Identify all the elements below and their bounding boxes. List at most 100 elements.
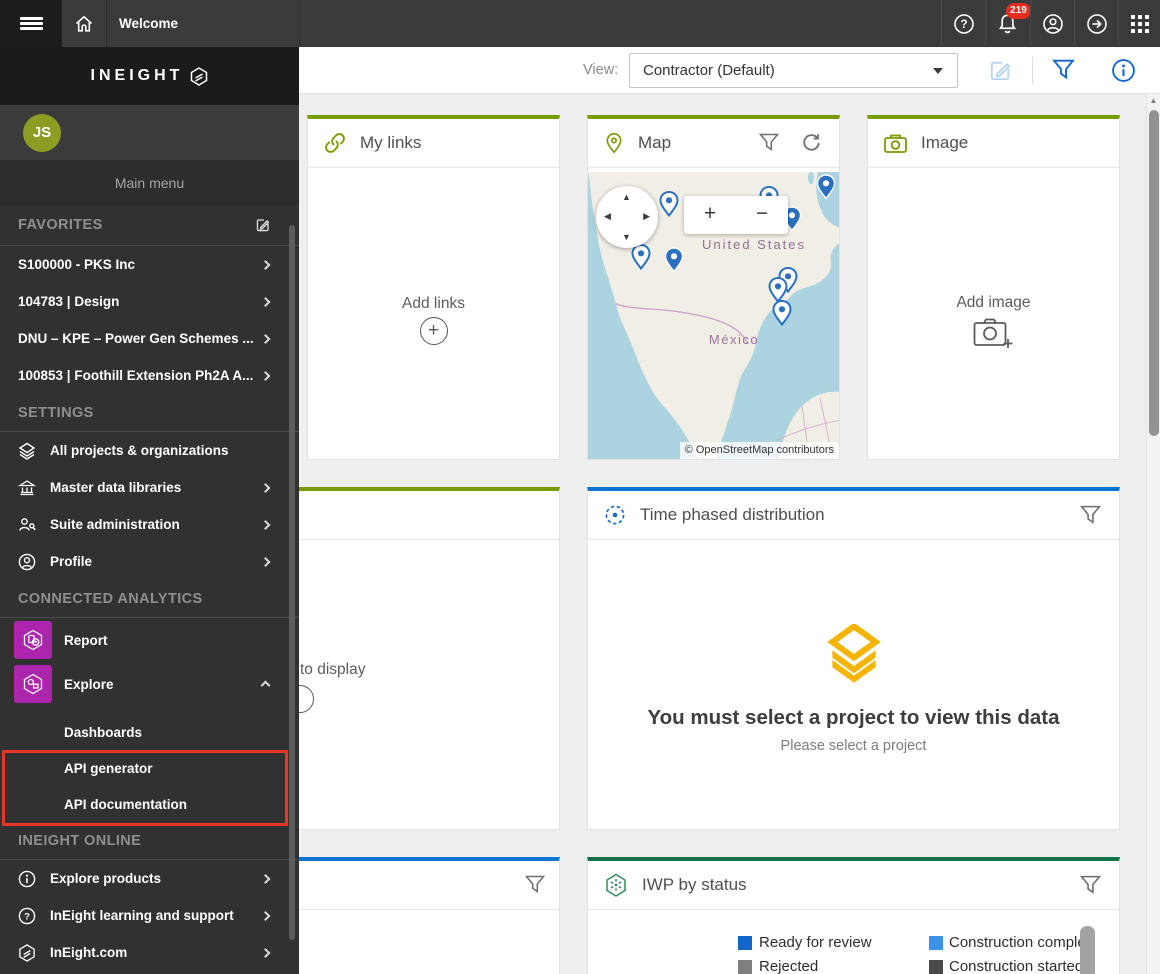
item-label: Profile (50, 554, 93, 569)
iwp-scrollbar-thumb[interactable] (1080, 926, 1095, 974)
map-pin[interactable] (659, 191, 679, 217)
sidebar-item-api-generator[interactable]: API generator (0, 750, 299, 786)
item-label: Explore (64, 676, 114, 692)
pan-down-icon[interactable]: ▼ (622, 232, 631, 242)
help-button[interactable]: ? (941, 0, 985, 47)
tile-title: IWP by status (642, 875, 747, 894)
notifications-button[interactable]: 219 (985, 0, 1031, 47)
add-image-button[interactable] (868, 317, 1119, 356)
ineight-logo: INEIGHT (0, 47, 299, 105)
sidebar-item-favorite-2[interactable]: 104783 | Design (0, 283, 299, 320)
sidebar-item-favorite-4[interactable]: 100853 | Foothill Extension Ph2A A... (0, 357, 299, 394)
sidebar-item-dashboards[interactable]: Dashboards (0, 714, 299, 750)
connected-analytics-header-label: CONNECTED ANALYTICS (18, 590, 203, 607)
scrollbar-thumb[interactable] (1149, 110, 1159, 436)
pan-up-icon[interactable]: ▲ (622, 192, 631, 202)
tile-title: Image (921, 133, 969, 152)
toolbar-divider (1032, 57, 1033, 84)
sidebar-item-favorite-1[interactable]: S100000 - PKS Inc (0, 246, 299, 283)
sidebar-scrollbar-thumb[interactable] (289, 225, 295, 940)
info-circle-icon (18, 870, 36, 888)
map-canvas[interactable]: United States México ▲ ▼ ◀ ▶ + − © OpenS… (588, 172, 839, 459)
time-phased-filter-icon[interactable] (1080, 505, 1101, 524)
hamburger-menu-button[interactable] (0, 0, 62, 47)
sidebar-item-suite-admin[interactable]: Suite administration (0, 506, 299, 543)
chevron-right-icon (260, 947, 271, 958)
page-scrollbar[interactable]: ▲ (1146, 94, 1160, 974)
avatar[interactable]: JS (23, 113, 61, 152)
map-pin[interactable] (772, 300, 792, 326)
map-zoom-control: + − (684, 196, 788, 234)
hidden-tile-filter-icon[interactable] (525, 875, 545, 893)
tile-title: Time phased distribution (640, 505, 825, 524)
zoom-out-button[interactable]: − (736, 196, 788, 234)
chevron-right-icon (260, 296, 271, 307)
sidebar-item-favorite-3[interactable]: DNU – KPE – Power Gen Schemes ... (0, 320, 299, 357)
chevron-right-icon (260, 556, 271, 567)
map-attribution: © OpenStreetMap contributors (679, 442, 839, 459)
apps-grid-button[interactable] (1118, 0, 1160, 47)
sidebar-item-all-projects[interactable]: All projects & organizations (0, 432, 299, 469)
tab-welcome[interactable]: Welcome (107, 0, 300, 47)
map-label-us: United States (702, 237, 806, 252)
pan-left-icon[interactable]: ◀ (604, 211, 611, 222)
add-image-label: Add image (956, 294, 1031, 311)
tile-title: My links (360, 133, 422, 152)
logout-button[interactable] (1074, 0, 1118, 47)
map-refresh-icon[interactable] (801, 133, 821, 153)
iwp-legend: Ready for review Rejected Construction c… (588, 915, 1080, 974)
iwp-filter-icon[interactable] (1080, 875, 1101, 894)
view-select[interactable]: Contractor (Default) (629, 53, 958, 88)
item-label: Explore products (50, 871, 162, 886)
sidebar-item-report[interactable]: Report (0, 618, 299, 662)
logout-icon (1086, 13, 1107, 34)
sidebar-item-api-documentation[interactable]: API documentation (0, 786, 299, 822)
map-pin[interactable] (816, 174, 836, 200)
help-circle-icon: ? (18, 907, 36, 925)
item-label: Report (64, 632, 108, 648)
scrollbar-up-icon[interactable]: ▲ (1147, 96, 1160, 105)
tile-title: Map (638, 133, 672, 152)
edit-favorites-icon[interactable] (255, 217, 271, 233)
admin-users-icon (18, 516, 36, 534)
zoom-in-button[interactable]: + (684, 196, 736, 234)
map-filter-icon[interactable] (759, 133, 779, 151)
favorite-label: 104783 | Design (18, 294, 120, 309)
view-label: View: (583, 62, 619, 78)
home-button[interactable] (62, 0, 107, 47)
item-label: Dashboards (64, 724, 143, 740)
project-layers-icon (823, 624, 885, 684)
chevron-right-icon (260, 519, 271, 530)
pan-right-icon[interactable]: ▶ (643, 211, 650, 222)
sidebar-item-ineight-com[interactable]: InEight.com (0, 934, 299, 971)
map-pan-control[interactable]: ▲ ▼ ◀ ▶ (596, 186, 658, 248)
favorites-header: FAVORITES (0, 205, 299, 246)
home-icon (75, 15, 93, 32)
map-pin-icon (604, 132, 624, 154)
item-label: InEight.com (50, 945, 128, 960)
account-button[interactable] (1030, 0, 1074, 47)
account-icon (1042, 13, 1063, 34)
add-links-button[interactable]: + (419, 317, 448, 345)
svg-text:?: ? (960, 19, 967, 31)
sidebar-item-explore[interactable]: Explore (0, 662, 299, 706)
favorites-header-label: FAVORITES (18, 217, 103, 233)
main-menu-sidebar: INEIGHT JS Main menu FAVORITES S100000 -… (0, 47, 299, 974)
map-pin[interactable] (631, 244, 651, 270)
map-pin[interactable] (664, 247, 684, 273)
chevron-right-icon (260, 482, 271, 493)
main-menu-label: Main menu (0, 160, 299, 205)
sidebar-item-master-data[interactable]: Master data libraries (0, 469, 299, 506)
iwp-tile: IWP by status Ready for review Rejected … (587, 857, 1120, 974)
time-phased-tile: Time phased distribution You must select… (587, 487, 1120, 830)
sidebar-item-explore-products[interactable]: Explore products (0, 860, 299, 897)
chevron-down-icon (933, 68, 943, 74)
sidebar-item-profile[interactable]: Profile (0, 543, 299, 580)
filter-icon[interactable] (1052, 59, 1075, 79)
chevron-up-icon (260, 680, 271, 691)
info-icon[interactable] (1111, 58, 1136, 83)
user-panel[interactable]: JS (0, 105, 299, 160)
sidebar-item-learning-support[interactable]: ? InEight learning and support (0, 897, 299, 934)
empty-state-subtitle: Please select a project (780, 738, 927, 754)
hamburger-icon (19, 14, 43, 32)
